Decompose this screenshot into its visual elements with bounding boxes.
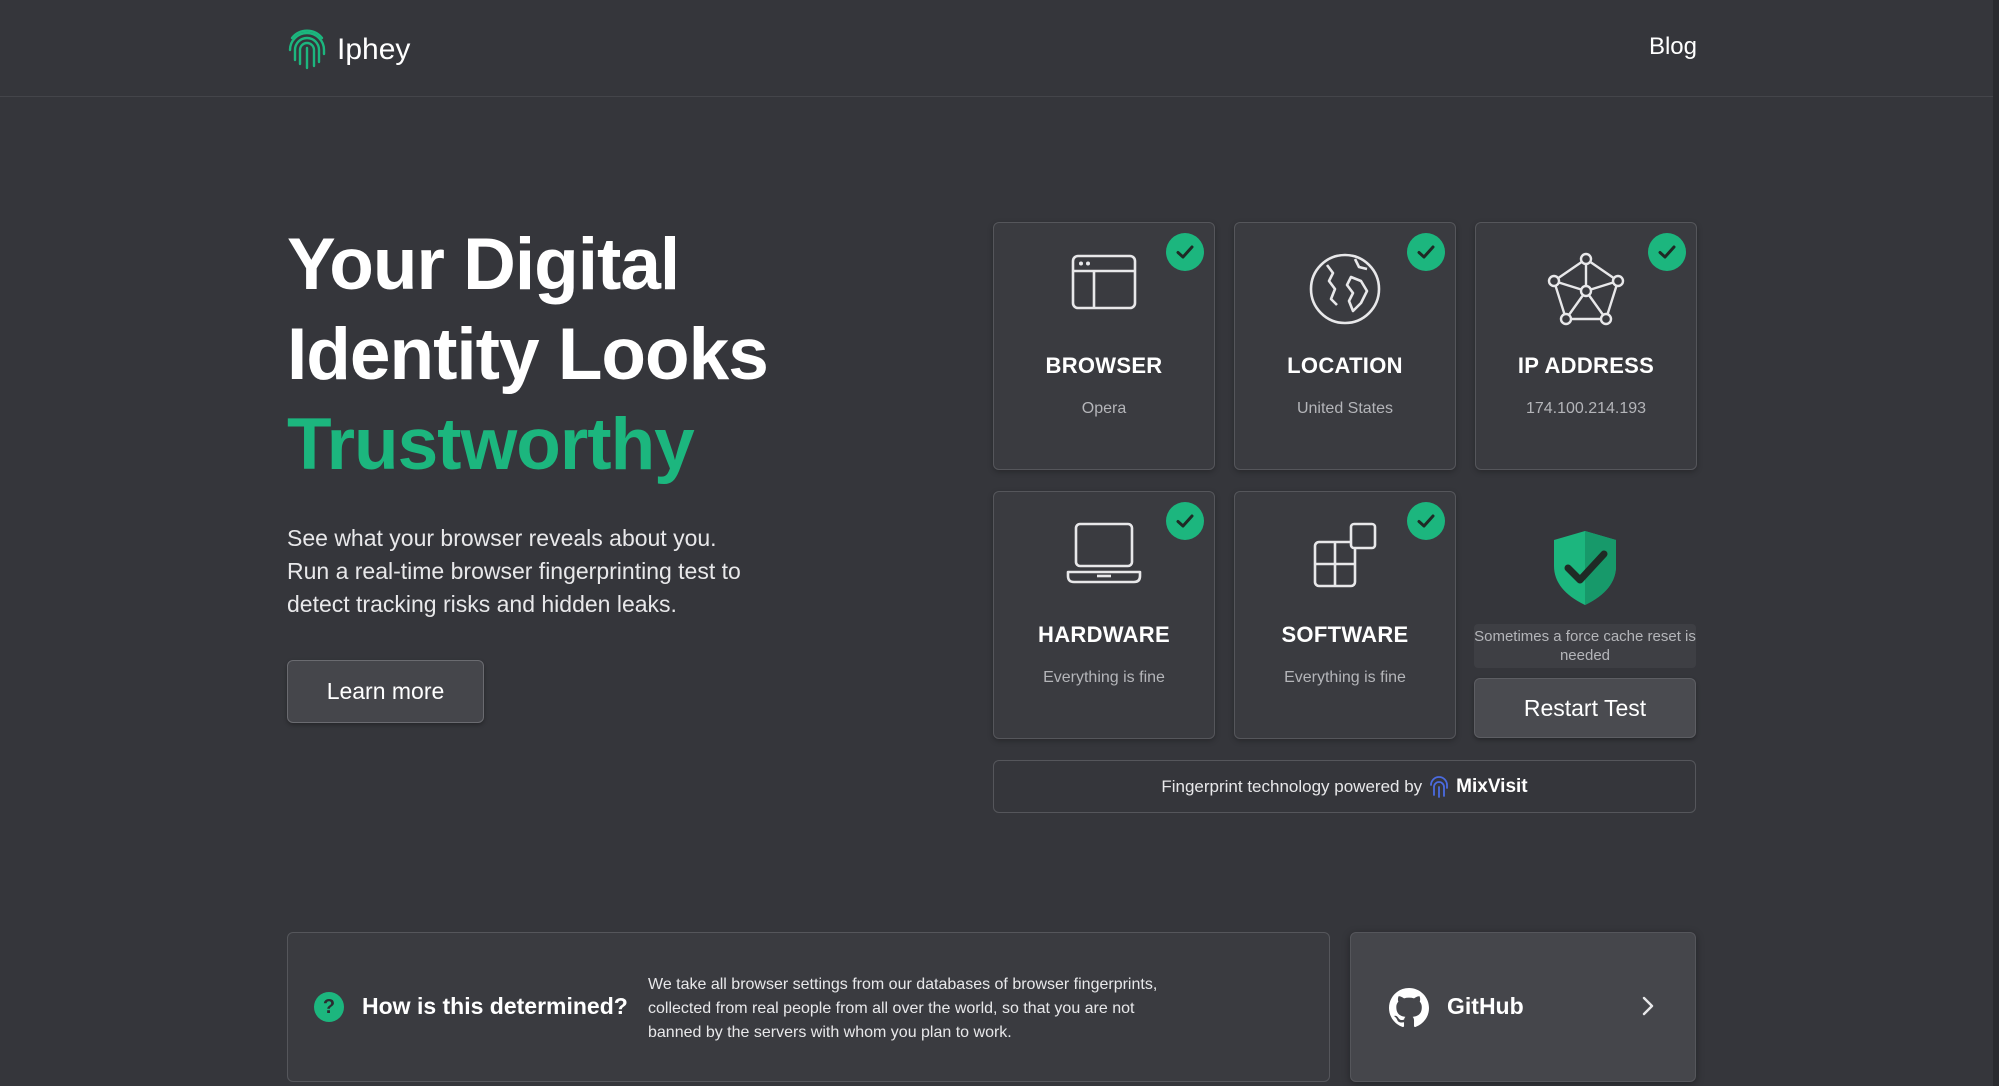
how-determined-box: ? How is this determined? We take all br… bbox=[287, 932, 1330, 1082]
card-title: SOFTWARE bbox=[1281, 622, 1409, 647]
how-determined-text: We take all browser settings from our da… bbox=[648, 976, 1158, 1041]
card-value: 174.100.214.193 bbox=[1525, 400, 1647, 417]
hero-title-accent: Trustworthy bbox=[287, 404, 695, 485]
github-link[interactable]: GitHub bbox=[1350, 932, 1696, 1082]
card-ip-address[interactable]: IP ADDRESS 174.100.214.193 bbox=[1475, 222, 1697, 470]
globe-icon bbox=[1235, 251, 1455, 327]
mixvisit-logo-icon bbox=[1428, 775, 1450, 798]
hero-title-line-1: Your Digital bbox=[287, 224, 680, 305]
nav-blog-link[interactable]: Blog bbox=[1649, 33, 1697, 61]
card-hardware[interactable]: HARDWARE Everything is fine bbox=[993, 491, 1215, 739]
card-location[interactable]: LOCATION United States bbox=[1234, 222, 1456, 470]
card-title: HARDWARE bbox=[1038, 622, 1170, 647]
powered-by-text: Fingerprint technology powered by bbox=[1161, 776, 1423, 796]
powered-by-bar: Fingerprint technology powered by MixVis… bbox=[993, 760, 1696, 813]
card-value: Everything is fine bbox=[1284, 669, 1406, 686]
logo-text: Iphey bbox=[337, 32, 411, 66]
card-browser[interactable]: BROWSER Opera bbox=[993, 222, 1215, 470]
card-title: IP ADDRESS bbox=[1517, 353, 1655, 378]
mixvisit-link[interactable]: MixVisit bbox=[1456, 776, 1527, 798]
laptop-icon bbox=[994, 520, 1214, 586]
card-title: LOCATION bbox=[1287, 353, 1403, 378]
how-determined-title: How is this determined? bbox=[362, 993, 628, 1019]
hero-title: Your Digital Identity Looks Trustworthy bbox=[287, 220, 769, 490]
result-panel: Sometimes a force cache reset is needed … bbox=[1474, 490, 1696, 738]
shield-check-icon bbox=[1550, 528, 1620, 613]
scrollbar-track[interactable] bbox=[1993, 0, 1999, 1086]
browser-window-icon bbox=[994, 251, 1214, 313]
logo[interactable]: Iphey bbox=[287, 24, 410, 75]
card-value: Everything is fine bbox=[1043, 669, 1165, 686]
hero-description: See what your browser reveals about you.… bbox=[287, 525, 741, 617]
question-icon: ? bbox=[314, 992, 344, 1022]
chevron-right-icon bbox=[1641, 995, 1655, 1022]
github-icon bbox=[1389, 988, 1429, 1033]
card-value: United States bbox=[1296, 400, 1394, 417]
learn-more-button[interactable]: Learn more bbox=[287, 660, 484, 723]
card-software[interactable]: SOFTWARE Everything is fine bbox=[1234, 491, 1456, 739]
fingerprint-logo-icon bbox=[287, 24, 327, 75]
card-title: BROWSER bbox=[1045, 353, 1163, 378]
network-icon bbox=[1476, 251, 1696, 327]
restart-test-button[interactable]: Restart Test bbox=[1474, 678, 1696, 738]
hero-title-line-2: Identity Looks bbox=[287, 314, 769, 395]
cache-reset-note: Sometimes a force cache reset is needed bbox=[1474, 624, 1696, 668]
site-header: Iphey Blog bbox=[0, 0, 1999, 97]
card-value: Opera bbox=[1081, 400, 1127, 417]
apps-icon bbox=[1235, 520, 1455, 592]
github-label: GitHub bbox=[1447, 993, 1524, 1019]
